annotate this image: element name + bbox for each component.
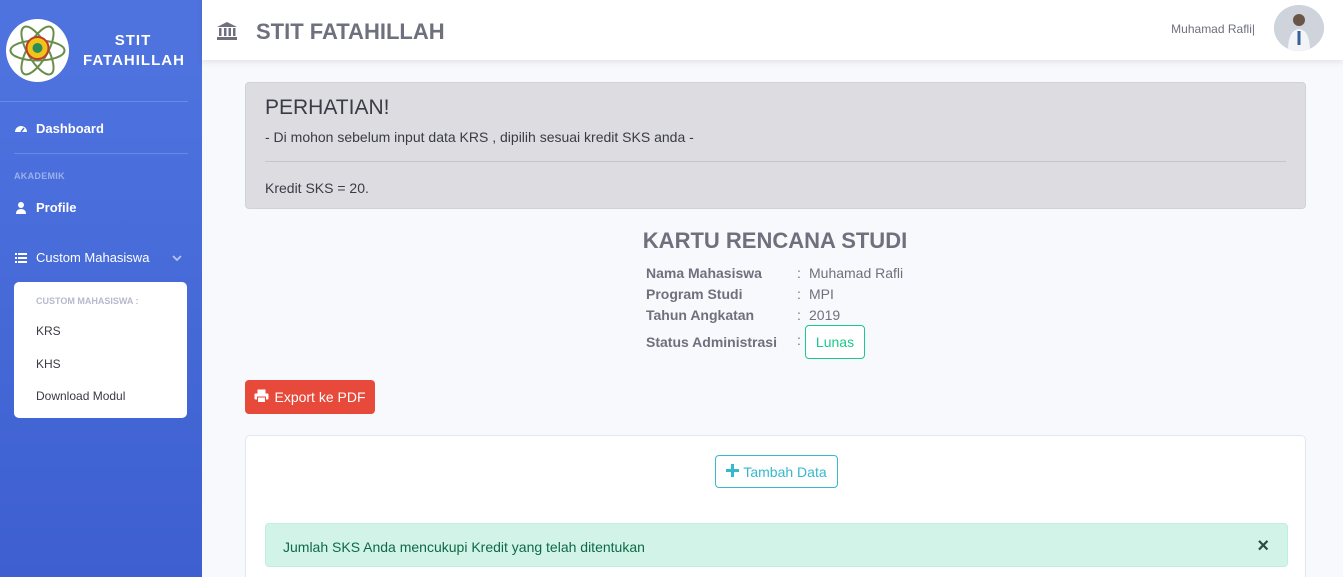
collapse-item-khs[interactable]: KHS bbox=[36, 357, 61, 371]
plus-icon bbox=[726, 463, 740, 480]
atom-emblem-logo bbox=[6, 19, 69, 82]
export-pdf-label: Export ke PDF bbox=[274, 389, 366, 405]
sidebar-brand[interactable]: STIT FATAHILLAH bbox=[0, 0, 188, 102]
info-colon: : bbox=[797, 332, 801, 348]
avatar[interactable] bbox=[1274, 5, 1324, 51]
print-icon bbox=[254, 389, 269, 406]
notice-divider bbox=[265, 161, 1286, 162]
sidebar: STIT FATAHILLAH Dashboard AKADEMIK Profi… bbox=[0, 0, 202, 577]
university-icon bbox=[216, 21, 238, 46]
collapse-item-krs[interactable]: KRS bbox=[36, 324, 61, 338]
close-icon[interactable]: × bbox=[1257, 536, 1269, 556]
info-value: MPI bbox=[809, 286, 834, 302]
page-title: STIT FATAHILLAH bbox=[256, 19, 445, 44]
brand-line-1: STIT bbox=[114, 31, 152, 49]
user-icon bbox=[14, 201, 28, 215]
krs-card: Tambah Data Jumlah SKS Anda mencukupi Kr… bbox=[245, 435, 1306, 577]
export-pdf-button[interactable]: Export ke PDF bbox=[245, 380, 375, 414]
topbar: STIT FATAHILLAH Muhamad Rafli| bbox=[202, 0, 1343, 60]
notice-alert: PERHATIAN! - Di mohon sebelum input data… bbox=[245, 82, 1306, 209]
collapse-item-download-modul[interactable]: Download Modul bbox=[36, 389, 125, 403]
info-colon: : bbox=[797, 286, 801, 302]
collapse-header: CUSTOM MAHASISWA : bbox=[36, 296, 139, 306]
info-value: Muhamad Rafli bbox=[809, 265, 904, 281]
user-name[interactable]: Muhamad Rafli| bbox=[1171, 22, 1255, 36]
collapse-menu: CUSTOM MAHASISWA : KRS KHS Download Modu… bbox=[14, 282, 187, 418]
sidebar-item-label: Profile bbox=[36, 200, 77, 215]
info-label: Tahun Angkatan bbox=[646, 307, 755, 323]
brand-line-2: FATAHILLAH bbox=[83, 51, 185, 69]
tachometer-icon bbox=[14, 122, 28, 136]
krs-title: KARTU RENCANA STUDI bbox=[642, 228, 908, 253]
sidebar-item-profile[interactable]: Profile bbox=[0, 200, 76, 215]
success-alert: Jumlah SKS Anda mencukupi Kredit yang te… bbox=[265, 523, 1288, 567]
notice-title: PERHATIAN! bbox=[265, 96, 390, 119]
info-colon: : bbox=[797, 265, 801, 281]
sidebar-divider bbox=[14, 153, 188, 154]
info-value: 2019 bbox=[809, 307, 841, 323]
info-label: Nama Mahasiswa bbox=[646, 265, 762, 281]
add-data-button[interactable]: Tambah Data bbox=[715, 455, 838, 488]
info-label: Status Administrasi bbox=[646, 334, 777, 350]
info-colon: : bbox=[797, 307, 801, 323]
status-badge: Lunas bbox=[805, 325, 865, 359]
notice-message: - Di mohon sebelum input data KRS , dipi… bbox=[265, 129, 694, 145]
notice-credit: Kredit SKS = 20. bbox=[265, 180, 369, 196]
add-data-label: Tambah Data bbox=[743, 463, 827, 480]
sidebar-item-label: Dashboard bbox=[36, 121, 104, 136]
brand-text: STIT FATAHILLAH bbox=[83, 31, 185, 71]
success-message: Jumlah SKS Anda mencukupi Kredit yang te… bbox=[283, 539, 645, 555]
sidebar-item-dashboard[interactable]: Dashboard bbox=[0, 121, 104, 136]
info-label: Program Studi bbox=[646, 286, 743, 302]
sidebar-heading: AKADEMIK bbox=[14, 171, 65, 181]
